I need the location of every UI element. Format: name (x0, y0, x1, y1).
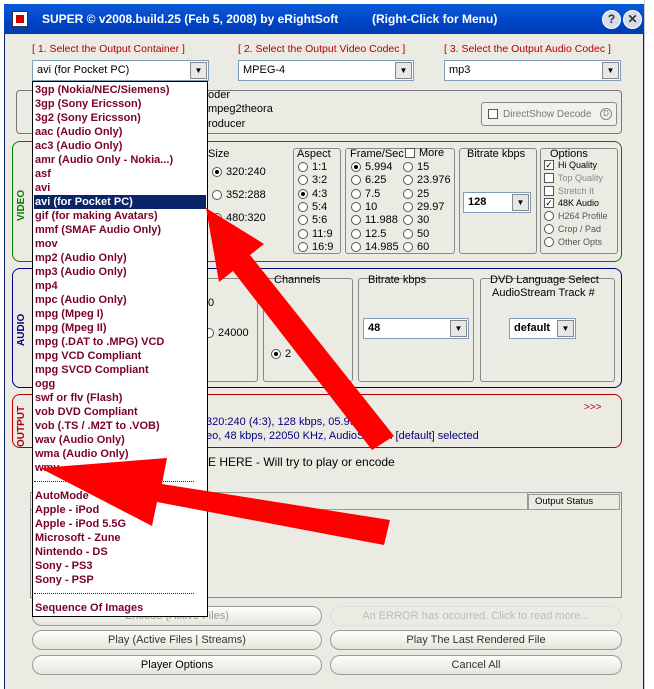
arrow-left-annotation (40, 458, 390, 545)
arrow-up-annotation (206, 208, 394, 450)
annotation-arrows (40, 208, 394, 545)
